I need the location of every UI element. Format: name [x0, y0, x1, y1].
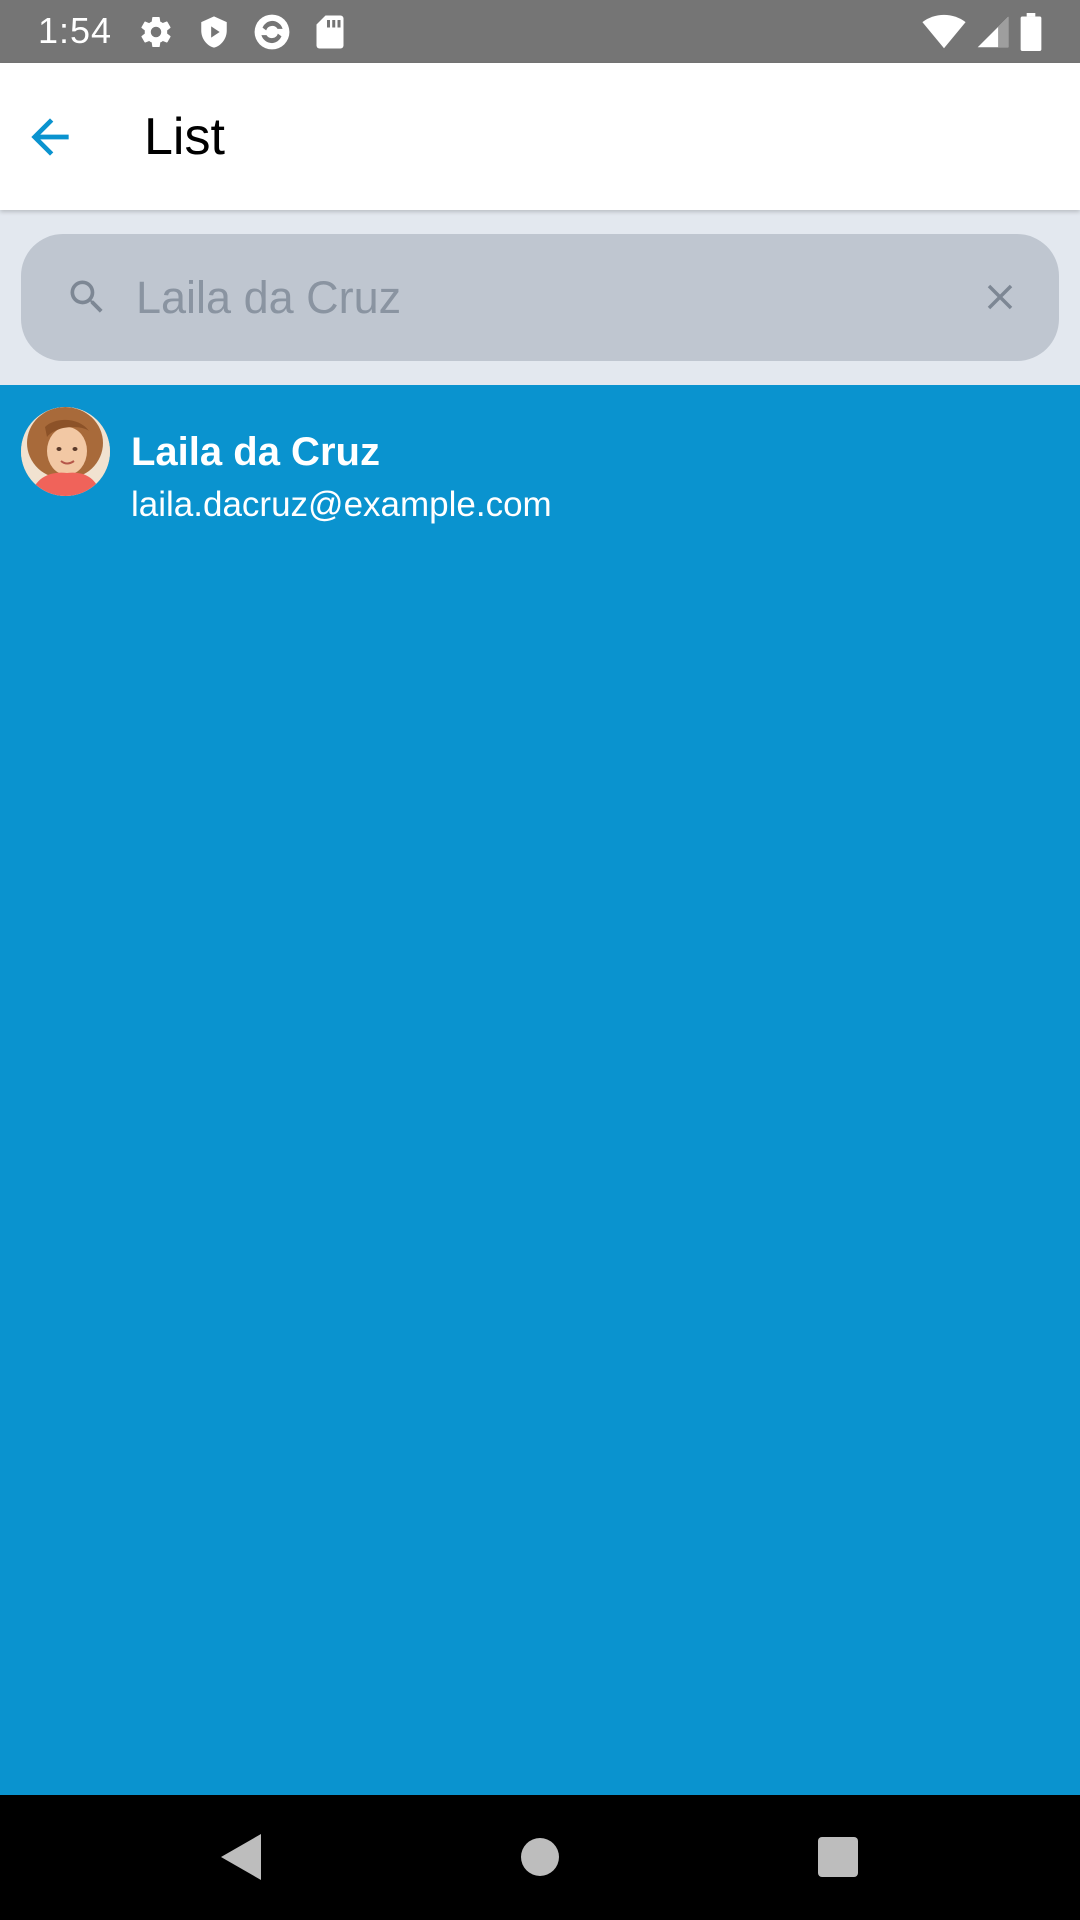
clear-search-button[interactable] — [971, 268, 1029, 326]
avatar — [21, 407, 110, 496]
nav-recents-icon — [818, 1837, 858, 1877]
app-bar: List — [0, 63, 1080, 210]
cell-signal-icon — [976, 12, 1010, 52]
results-list: Laila da Cruz laila.dacruz@example.com — [0, 385, 1080, 1795]
sync-icon — [252, 12, 292, 52]
search-area — [0, 210, 1080, 385]
shield-icon — [194, 12, 234, 52]
arrow-back-icon — [31, 118, 69, 156]
search-box[interactable] — [21, 234, 1059, 361]
wifi-icon — [922, 12, 966, 52]
nav-recents-button[interactable] — [808, 1827, 868, 1887]
contact-name: Laila da Cruz — [131, 430, 380, 474]
contact-email: laila.dacruz@example.com — [131, 485, 552, 524]
back-button[interactable] — [14, 101, 86, 173]
battery-icon — [1020, 12, 1042, 52]
nav-back-button[interactable] — [210, 1827, 270, 1887]
nav-home-button[interactable] — [510, 1827, 570, 1887]
sd-card-icon — [310, 12, 350, 52]
status-icons-left — [136, 12, 368, 52]
list-item[interactable]: Laila da Cruz laila.dacruz@example.com — [0, 385, 1080, 535]
search-input[interactable] — [136, 258, 976, 338]
settings-icon — [136, 12, 176, 52]
nav-bar — [0, 1795, 1080, 1920]
status-time: 1:54 — [38, 10, 113, 51]
status-icons-right — [912, 12, 1042, 52]
close-icon — [987, 284, 1013, 310]
search-icon — [63, 273, 111, 321]
page-title: List — [144, 108, 225, 166]
nav-back-icon — [221, 1834, 261, 1880]
status-bar: 1:54 — [0, 0, 1080, 63]
nav-home-icon — [521, 1838, 559, 1876]
